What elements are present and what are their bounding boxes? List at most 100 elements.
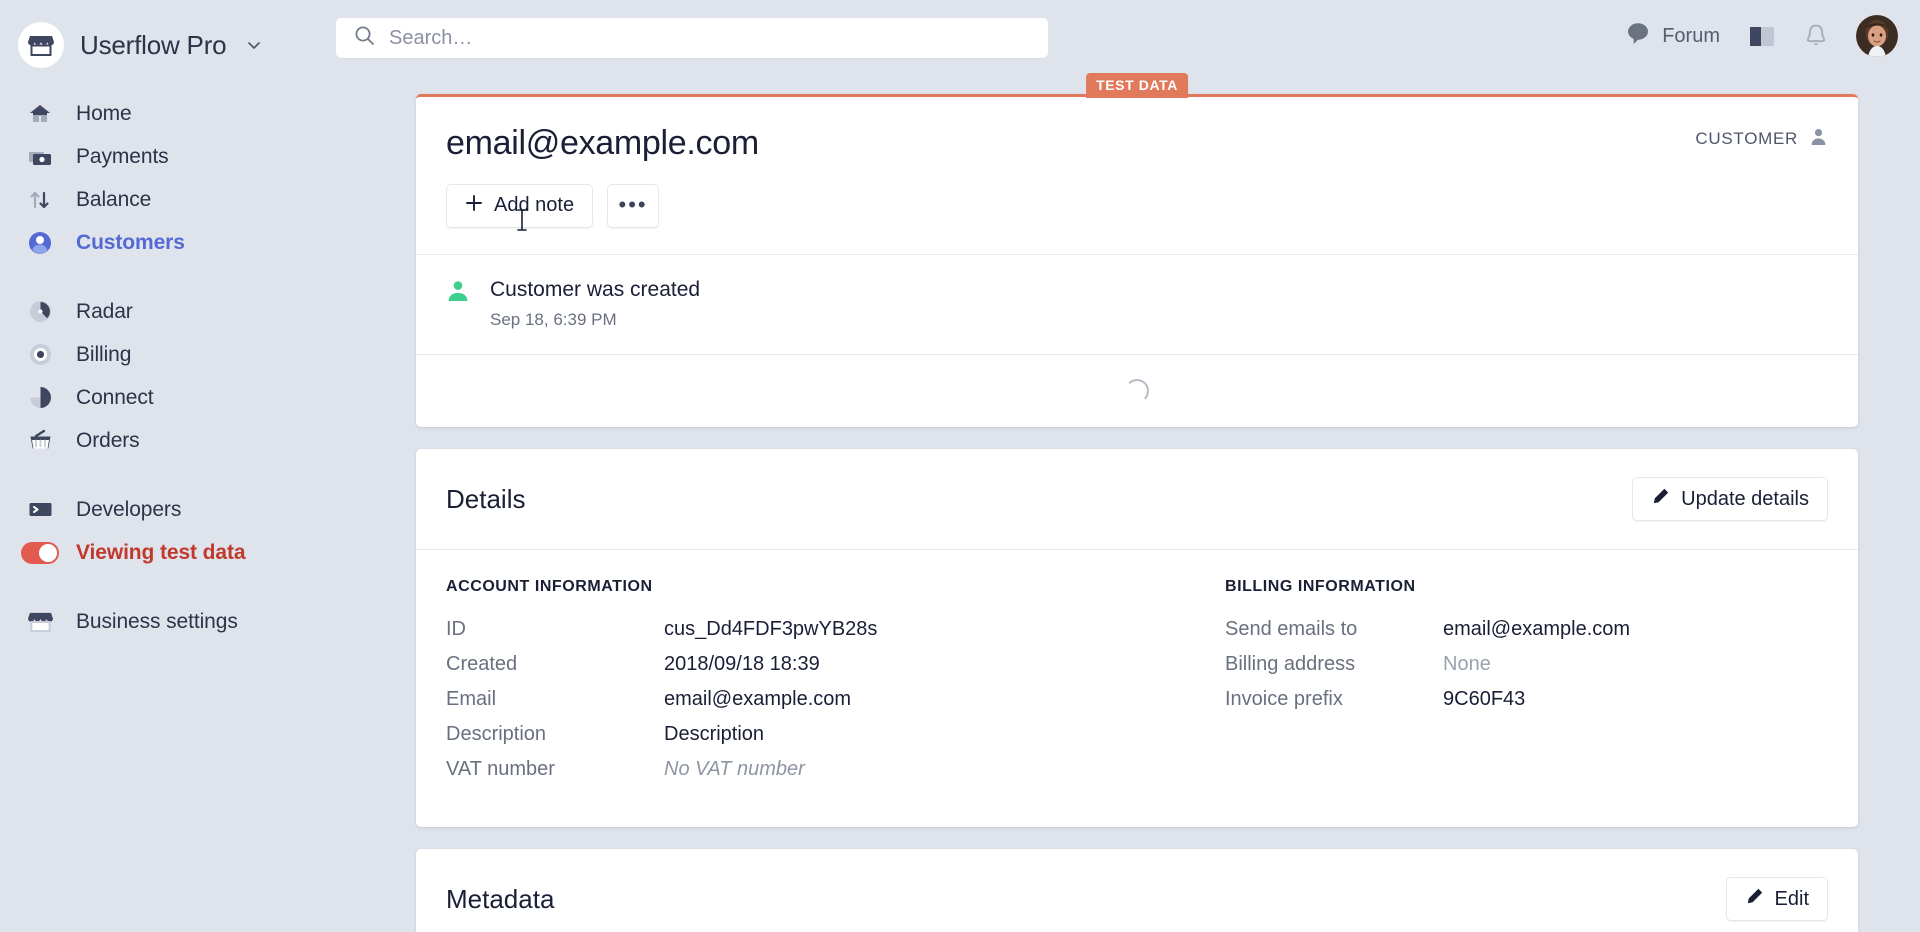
- toggle-knob: [39, 543, 57, 562]
- book-icon[interactable]: [1748, 24, 1776, 48]
- detail-row: VAT number No VAT number: [446, 758, 1137, 781]
- sidebar-item-label: Business settings: [76, 609, 238, 633]
- sidebar-item-label: Billing: [76, 342, 132, 366]
- details-body: ACCOUNT INFORMATION ID cus_Dd4FDF3pwYB28…: [416, 550, 1858, 827]
- detail-value: 9C60F43: [1443, 688, 1526, 711]
- details-header: Details Update details: [416, 449, 1858, 549]
- detail-value: cus_Dd4FDF3pwYB28s: [664, 618, 878, 641]
- timeline-loading-row: [416, 355, 1858, 427]
- sidebar-item-balance[interactable]: Balance: [0, 178, 416, 221]
- metadata-card: Metadata Edit: [416, 849, 1858, 932]
- sidebar-item-connect[interactable]: Connect: [0, 376, 416, 419]
- page-title: email@example.com: [446, 124, 759, 162]
- sidebar-item-billing[interactable]: Billing: [0, 333, 416, 376]
- nav-group-primary: Home Payments Balance Customers: [0, 92, 416, 264]
- detail-value: None: [1443, 653, 1491, 676]
- nav-group-developers: Developers Viewing test data: [0, 488, 416, 574]
- status-badge: CUSTOMER: [1695, 127, 1828, 151]
- connect-icon: [26, 384, 54, 412]
- edit-metadata-button[interactable]: Edit: [1725, 877, 1828, 922]
- sidebar-item-label: Payments: [76, 144, 169, 168]
- sidebar-item-home[interactable]: Home: [0, 92, 416, 135]
- app-root: Userflow Pro Home Payments Balance Custo…: [0, 0, 1920, 932]
- detail-key: Send emails to: [1225, 618, 1358, 641]
- details-title: Details: [446, 483, 526, 514]
- sidebar: Userflow Pro Home Payments Balance Custo…: [0, 0, 416, 932]
- sidebar-item-radar[interactable]: Radar: [0, 290, 416, 333]
- toggle-on-icon[interactable]: [21, 539, 59, 567]
- test-data-toggle[interactable]: [21, 541, 59, 564]
- account-information-column: ACCOUNT INFORMATION ID cus_Dd4FDF3pwYB28…: [446, 578, 1137, 793]
- orders-icon: [26, 427, 54, 455]
- search-icon: [354, 25, 375, 51]
- sidebar-item-label: Viewing test data: [76, 540, 246, 564]
- customer-created-icon: [446, 277, 472, 307]
- forum-link[interactable]: Forum: [1627, 22, 1720, 51]
- speech-bubble-icon: [1627, 22, 1651, 51]
- detail-row: Email email@example.com: [446, 688, 1137, 711]
- billing-icon: [26, 341, 54, 369]
- search-input[interactable]: [389, 26, 1009, 50]
- sidebar-item-viewing-test-data[interactable]: Viewing test data: [0, 531, 416, 574]
- add-note-label: Add note: [494, 194, 575, 217]
- detail-key: ID: [446, 618, 466, 641]
- account-information-heading: ACCOUNT INFORMATION: [446, 578, 653, 596]
- billing-information-heading: BILLING INFORMATION: [1225, 578, 1416, 596]
- avatar[interactable]: [1856, 15, 1898, 57]
- storefront-icon: [26, 608, 54, 636]
- customers-icon: [26, 229, 54, 257]
- customer-actions: Add note •••: [446, 183, 1828, 228]
- sidebar-item-business-settings[interactable]: Business settings: [0, 600, 416, 643]
- chevron-down-icon[interactable]: [246, 37, 262, 53]
- add-note-button[interactable]: Add note: [446, 183, 594, 228]
- search-bar[interactable]: [336, 18, 1048, 58]
- detail-row: Billing address None: [1225, 653, 1828, 676]
- sidebar-item-label: Connect: [76, 385, 154, 409]
- topbar-actions: Forum: [1627, 14, 1898, 58]
- brand-name: Userflow Pro: [80, 29, 227, 60]
- forum-label: Forum: [1662, 24, 1720, 47]
- storefront-icon: [18, 22, 64, 68]
- detail-key: Invoice prefix: [1225, 688, 1343, 711]
- nav-group-products: Radar Billing Connect Orders: [0, 290, 416, 462]
- sidebar-item-developers[interactable]: Developers: [0, 488, 416, 531]
- detail-key: Created: [446, 653, 518, 676]
- main-content: TEST DATA email@example.com Add note •••: [416, 72, 1920, 932]
- metadata-header: Metadata Edit: [416, 849, 1858, 932]
- sidebar-nav: Home Payments Balance Customers Radar Bi…: [0, 92, 416, 643]
- payments-icon: [26, 143, 54, 171]
- developers-icon: [26, 496, 54, 524]
- detail-value: email@example.com: [664, 688, 852, 711]
- test-data-badge: TEST DATA: [1086, 73, 1188, 98]
- detail-value: Description: [664, 723, 765, 746]
- more-actions-button[interactable]: •••: [607, 183, 660, 228]
- sidebar-item-customers[interactable]: Customers: [0, 221, 416, 264]
- customer-type-label: CUSTOMER: [1695, 129, 1798, 148]
- person-icon: [1809, 127, 1828, 151]
- plus-icon: [465, 194, 483, 218]
- timeline-text: Customer was created Sep 18, 6:39 PM: [490, 277, 700, 330]
- sidebar-item-label: Orders: [76, 428, 140, 452]
- timeline-item: Customer was created Sep 18, 6:39 PM: [416, 255, 1858, 354]
- sidebar-item-label: Radar: [76, 299, 133, 323]
- balance-icon: [26, 186, 54, 214]
- detail-key: VAT number: [446, 758, 555, 781]
- edit-metadata-label: Edit: [1774, 887, 1809, 910]
- sidebar-item-payments[interactable]: Payments: [0, 135, 416, 178]
- detail-key: Description: [446, 723, 547, 746]
- bell-icon[interactable]: [1804, 23, 1828, 49]
- detail-row: Created 2018/09/18 18:39: [446, 653, 1137, 676]
- pencil-icon: [1651, 487, 1670, 512]
- detail-row: Description Description: [446, 723, 1137, 746]
- customer-summary-card: TEST DATA email@example.com Add note •••: [416, 73, 1858, 428]
- sidebar-item-label: Home: [76, 101, 132, 125]
- sidebar-item-label: Balance: [76, 187, 152, 211]
- spinner-icon: [1125, 379, 1149, 404]
- sidebar-item-label: Customers: [76, 230, 185, 254]
- detail-value: email@example.com: [1443, 618, 1631, 641]
- sidebar-item-orders[interactable]: Orders: [0, 419, 416, 462]
- nav-group-settings: Business settings: [0, 600, 416, 643]
- update-details-button[interactable]: Update details: [1632, 477, 1828, 522]
- detail-value: 2018/09/18 18:39: [664, 653, 820, 676]
- radar-icon: [26, 298, 54, 326]
